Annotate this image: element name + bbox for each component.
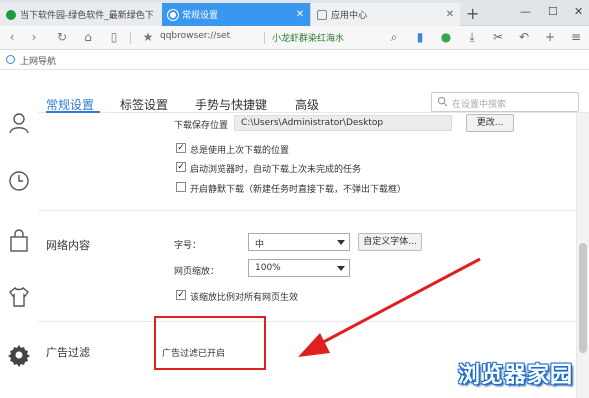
menu-icon[interactable]: ≡	[568, 30, 584, 44]
settings-header: 常规设置 标签设置 手势与快捷键 高级 在设置中搜索	[38, 71, 589, 113]
app-center-favicon-icon	[317, 9, 327, 20]
tab-title: 当下软件园-绿色软件_最新绿色下	[20, 11, 154, 21]
shopping-bag-icon[interactable]	[7, 229, 31, 253]
download-path-field: C:\Users\Administrator\Desktop	[234, 115, 452, 131]
site-favicon-icon	[6, 9, 16, 20]
tab-tab-settings[interactable]: 标签设置	[120, 96, 168, 113]
screenshot-icon[interactable]: ✂	[490, 30, 506, 44]
navigation-toolbar: ‹ › ↻ ⌂ ▯ ★ qqbrowser://set 小龙虾群染红海水 ⌕ ▮…	[0, 26, 589, 50]
tab-title: 应用中心	[331, 11, 368, 21]
refresh-icon[interactable]: ↻	[54, 30, 70, 44]
download-icon[interactable]: ⤓	[464, 30, 480, 45]
mobile-icon[interactable]: ▮	[412, 30, 428, 44]
settings-favicon-icon	[168, 9, 178, 20]
option-last-location: 总是使用上次下载的位置	[190, 146, 290, 156]
watermark: 浏览器家园	[458, 363, 574, 388]
checkbox-silent-download[interactable]	[176, 182, 186, 192]
custom-font-button[interactable]: 自定义字体...	[358, 233, 422, 251]
reader-icon[interactable]: ▯	[106, 30, 122, 44]
change-path-button[interactable]: 更改...	[466, 114, 514, 132]
chevron-down-icon	[337, 240, 345, 245]
tab-title: 常规设置	[182, 11, 219, 21]
toolbar-divider	[264, 32, 265, 44]
search-icon[interactable]: ⌕	[386, 30, 402, 45]
scrollbar-thumb[interactable]	[579, 243, 587, 353]
undo-icon[interactable]: ↶	[516, 30, 532, 44]
toolbar-divider	[130, 32, 131, 44]
user-icon[interactable]	[7, 111, 31, 135]
checkbox-zoom-all-pages[interactable]: ✓	[176, 290, 186, 300]
highlight-box	[154, 316, 266, 370]
section-ad-filter: 广告过滤	[46, 346, 90, 359]
close-icon[interactable]: ✕	[444, 9, 456, 20]
font-size-value: 中	[255, 240, 265, 250]
tab-strip: 当下软件园-绿色软件_最新绿色下 常规设置 ✕ 应用中心 ✕ + — ☐ ✕	[0, 0, 589, 26]
checkbox-last-location[interactable]: ✓	[176, 143, 186, 153]
minimize-icon[interactable]: —	[520, 5, 531, 18]
download-path-label: 下载保存位置	[174, 121, 229, 131]
wechat-icon[interactable]: ●	[438, 30, 454, 44]
option-resume-tasks: 启动浏览器时，自动下载上次未完成的任务	[190, 165, 362, 175]
font-size-label: 字号：	[174, 241, 202, 251]
bookmark-star-icon[interactable]: ★	[140, 30, 156, 44]
settings-gear-icon[interactable]	[7, 343, 31, 367]
section-web-content: 网络内容	[46, 239, 90, 252]
maximize-icon[interactable]: ☐	[548, 5, 558, 18]
back-icon[interactable]: ‹	[4, 30, 20, 44]
left-sidebar	[0, 71, 38, 398]
home-icon[interactable]: ⌂	[80, 30, 96, 44]
address-bar[interactable]: qqbrowser://set	[160, 31, 230, 41]
skin-shirt-icon[interactable]	[7, 285, 31, 309]
scrollbar[interactable]	[576, 113, 589, 398]
history-clock-icon[interactable]	[7, 169, 31, 193]
bookmark-bar: 上网导航	[0, 50, 589, 70]
tab-general-settings[interactable]: 常规设置 ✕	[162, 3, 310, 26]
zoom-label: 网页缩放：	[174, 267, 220, 277]
forward-icon[interactable]: ›	[26, 30, 42, 44]
option-silent-download: 开启静默下载（新建任务时直接下载，不弹出下载框）	[190, 185, 407, 195]
tab-dangxia[interactable]: 当下软件园-绿色软件_最新绿色下	[0, 3, 162, 26]
checkbox-resume-tasks[interactable]: ✓	[176, 162, 186, 172]
search-placeholder: 在设置中搜索	[452, 100, 507, 110]
add-icon[interactable]: +	[542, 30, 558, 44]
close-window-icon[interactable]: ✕	[574, 5, 583, 18]
settings-search-input[interactable]: 在设置中搜索	[431, 92, 579, 112]
settings-content: 下载保存位置 C:\Users\Administrator\Desktop 更改…	[38, 113, 575, 398]
section-divider	[38, 210, 575, 211]
tab-gestures-shortcuts[interactable]: 手势与快捷键	[195, 96, 267, 113]
annotation-arrow	[298, 257, 481, 357]
search-icon	[437, 96, 448, 107]
bookmark-nav-link[interactable]: 上网导航	[20, 54, 56, 67]
font-size-select[interactable]: 中	[248, 233, 350, 251]
close-icon[interactable]: ✕	[294, 9, 306, 20]
hot-search-link[interactable]: 小龙虾群染红海水	[272, 31, 344, 44]
nav-home-icon	[6, 55, 15, 64]
tab-app-center[interactable]: 应用中心 ✕	[310, 3, 460, 26]
tab-advanced[interactable]: 高级	[295, 96, 319, 113]
new-tab-icon[interactable]: +	[466, 4, 479, 23]
